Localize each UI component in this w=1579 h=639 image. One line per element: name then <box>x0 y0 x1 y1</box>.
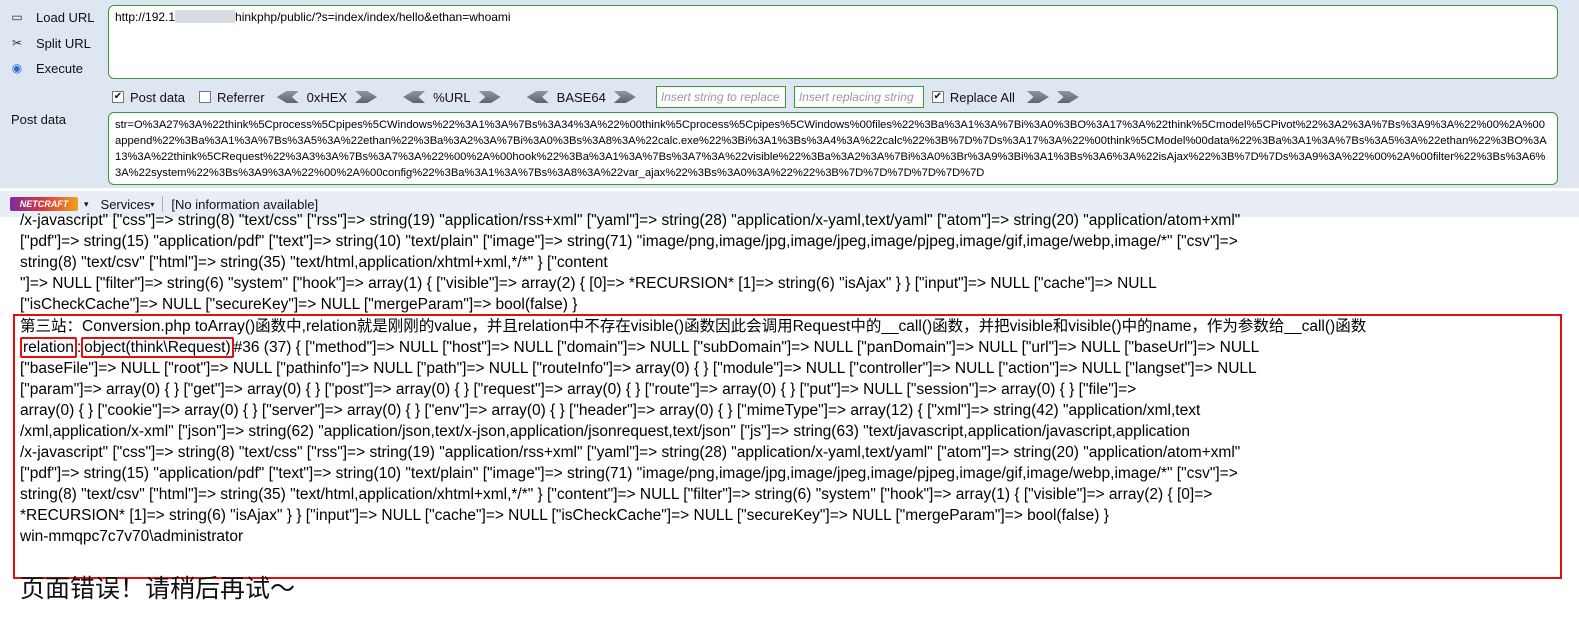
post-data-checkbox[interactable]: ✔ <box>112 91 124 103</box>
url-textarea[interactable]: http://192.1 hinkphp/public/?s=index/inde… <box>108 5 1558 79</box>
toolbar-divider <box>162 196 164 212</box>
relation-highlight: relation <box>20 337 77 358</box>
post-data-textarea[interactable]: str=O%3A27%3A%22think%5Cprocess%5Cpipes%… <box>108 112 1558 185</box>
redacted-ip <box>175 10 236 23</box>
url-enc-label: %URL <box>433 89 471 105</box>
replace-all-label: Replace All <box>949 89 1015 105</box>
output-line: ["pdf"]=> string(15) "application/pdf" [… <box>20 233 1238 250</box>
referrer-option-label: Referrer <box>216 89 265 105</box>
output-line: ["baseFile"]=> NULL ["root"]=> NULL ["pa… <box>20 360 1257 377</box>
split-url-icon: ✂ <box>11 36 23 50</box>
output-line: "]=> NULL ["filter"]=> string(6) "system… <box>20 275 1157 292</box>
hex-encode-arrow-icon[interactable] <box>355 91 378 103</box>
services-menu[interactable]: Services <box>101 197 151 212</box>
execute-button[interactable]: ◉ Execute <box>8 57 83 79</box>
output-line: relation: object(think\Request) #36 (37) {… <box>20 337 1260 359</box>
chevron-down-icon[interactable]: ▾ <box>84 199 89 210</box>
replace-with-input[interactable]: Insert replacing string <box>793 86 924 108</box>
output-line: /x-javascript" ["css"]=> string(8) "text… <box>20 444 1241 461</box>
output-line: ["isCheckCache"]=> NULL ["secureKey"]=> … <box>20 296 578 313</box>
replace-search-input[interactable]: Insert string to replace <box>655 86 786 108</box>
hex-label: 0xHEX <box>306 89 348 105</box>
page-error-message: 页面错误！请稍后再试～ <box>20 574 296 603</box>
output-line: array(0) { } ["cookie"]=> array(0) { } [… <box>20 402 1201 419</box>
output-line: string(8) "text/csv" ["html"]=> string(3… <box>20 486 1213 503</box>
load-url-icon: ▭ <box>11 10 23 24</box>
url-suffix: hinkphp/public/?s=index/index/hello&etha… <box>235 10 511 24</box>
base64-encode-arrow-icon[interactable] <box>613 91 636 103</box>
base64-encoder: BASE64 <box>526 89 636 105</box>
output-line-rest: #36 (37) { ["method"]=> NULL ["host"]=> … <box>233 339 1260 356</box>
url-encode-arrow-icon[interactable] <box>478 91 501 103</box>
execute-icon: ◉ <box>11 61 23 75</box>
replace-arrow-icon[interactable] <box>1026 91 1049 103</box>
url-decode-arrow-icon[interactable] <box>403 91 426 103</box>
hackbar-panel: ▭ Load URL ✂ Split URL ◉ Execute http://… <box>0 0 1579 188</box>
services-chevron-icon: ▾ <box>150 199 155 209</box>
netcraft-info-text: [No information available] <box>171 196 319 212</box>
url-encoder: %URL <box>403 90 501 105</box>
output-line: *RECURSION* [1]=> string(6) "isAjax" } }… <box>20 507 1109 524</box>
command-output: win-mmqpc7c7v70\administrator <box>20 528 244 545</box>
output-line: /x-javascript" ["css"]=> string(8) "text… <box>20 212 1241 229</box>
base64-decode-arrow-icon[interactable] <box>526 91 549 103</box>
replace-execute-arrow-icon[interactable] <box>1056 91 1079 103</box>
url-prefix: http://192.1 <box>115 10 176 24</box>
load-url-button[interactable]: ▭ Load URL <box>8 6 95 28</box>
output-line: ["pdf"]=> string(15) "application/pdf" [… <box>20 465 1238 482</box>
object-highlight: object(think\Request) <box>81 337 234 358</box>
load-url-label: Load URL <box>36 9 95 25</box>
post-data-option-label: Post data <box>130 89 185 105</box>
annotation-note: 第三站：Conversion.php toArray()函数中,relation… <box>20 318 1367 335</box>
post-data-label: Post data <box>11 112 66 127</box>
options-row: ✔ Post data Referrer 0xHEX %URL BASE64 I… <box>112 86 1079 108</box>
hex-encoder: 0xHEX <box>276 89 378 105</box>
execute-label: Execute <box>36 60 83 76</box>
hex-decode-arrow-icon[interactable] <box>276 91 299 103</box>
replace-all-checkbox[interactable]: ✔ <box>931 91 944 103</box>
netcraft-logo[interactable]: NETCRAFT <box>10 197 78 211</box>
base64-label: BASE64 <box>556 89 606 105</box>
referrer-checkbox[interactable] <box>198 91 211 103</box>
output-line: /xml,application/x-xml" ["json"]=> strin… <box>20 423 1191 440</box>
split-url-button[interactable]: ✂ Split URL <box>8 32 91 54</box>
output-line: string(8) "text/csv" ["html"]=> string(3… <box>20 254 608 271</box>
output-line: ["param"]=> array(0) { } ["get"]=> array… <box>20 381 1137 398</box>
split-url-label: Split URL <box>36 35 91 51</box>
